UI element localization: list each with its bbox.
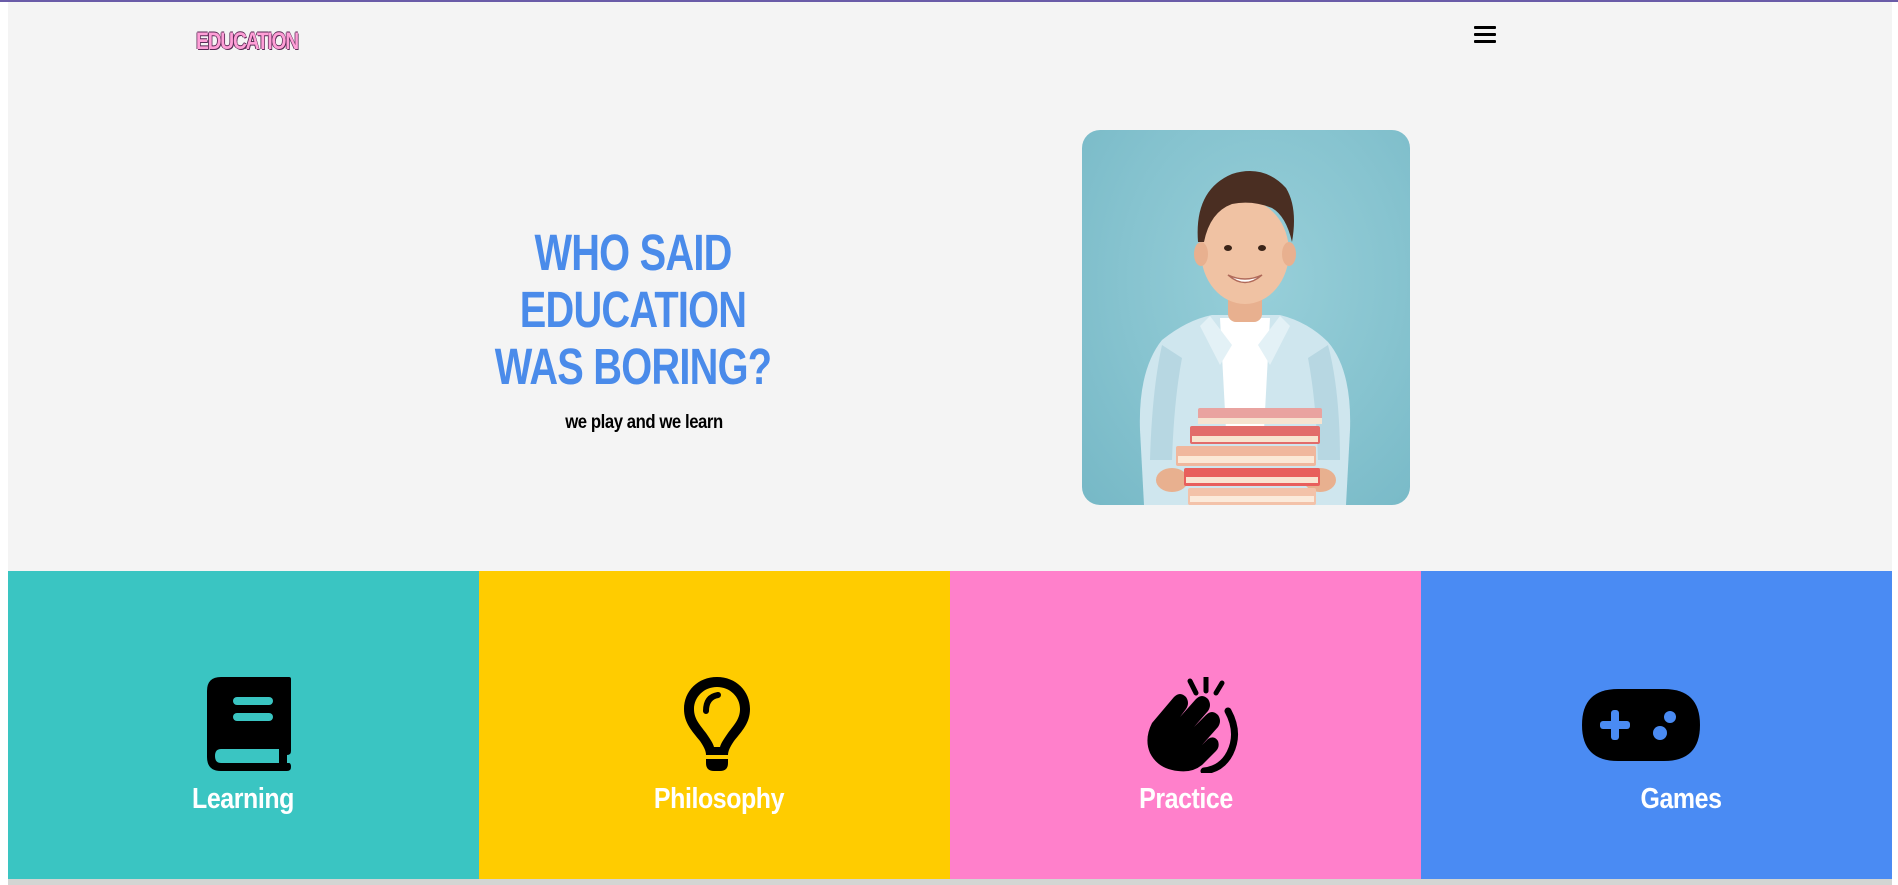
bottom-border bbox=[8, 879, 1892, 885]
tile-label: Practice bbox=[1139, 783, 1233, 815]
tile-learning[interactable]: Learning bbox=[8, 571, 479, 879]
tile-philosophy[interactable]: Philosophy bbox=[479, 571, 950, 879]
tile-label: Learning bbox=[192, 783, 294, 815]
hero-image bbox=[1082, 130, 1410, 505]
gamepad-icon bbox=[1421, 677, 1892, 773]
tile-label: Philosophy bbox=[653, 783, 785, 815]
hero-subtitle: we play and we learn bbox=[565, 412, 723, 433]
hero-title-line: WHO SAID bbox=[534, 224, 732, 281]
hero-title-line: WAS BORING? bbox=[494, 338, 772, 395]
logo[interactable]: EDUCATION bbox=[196, 28, 299, 56]
lightbulb-icon bbox=[479, 677, 950, 773]
hamburger-menu-icon[interactable] bbox=[1474, 26, 1496, 44]
page: EDUCATION WHO SAID EDUCATION WAS BORING?… bbox=[8, 2, 1892, 883]
boy-holding-books-photo bbox=[1139, 171, 1351, 505]
tile-practice[interactable]: Practice bbox=[950, 571, 1421, 879]
feature-tiles: Learning Philosophy Practice Games bbox=[8, 571, 1892, 879]
scrollbar-gutter bbox=[1892, 2, 1898, 885]
tile-label: Games bbox=[1640, 783, 1722, 815]
book-icon bbox=[8, 677, 479, 773]
hero-title-line: EDUCATION bbox=[519, 281, 747, 338]
tile-games[interactable]: Games bbox=[1421, 571, 1892, 879]
hero-title: WHO SAID EDUCATION WAS BORING? bbox=[473, 224, 793, 395]
waving-hand-icon bbox=[950, 674, 1421, 775]
